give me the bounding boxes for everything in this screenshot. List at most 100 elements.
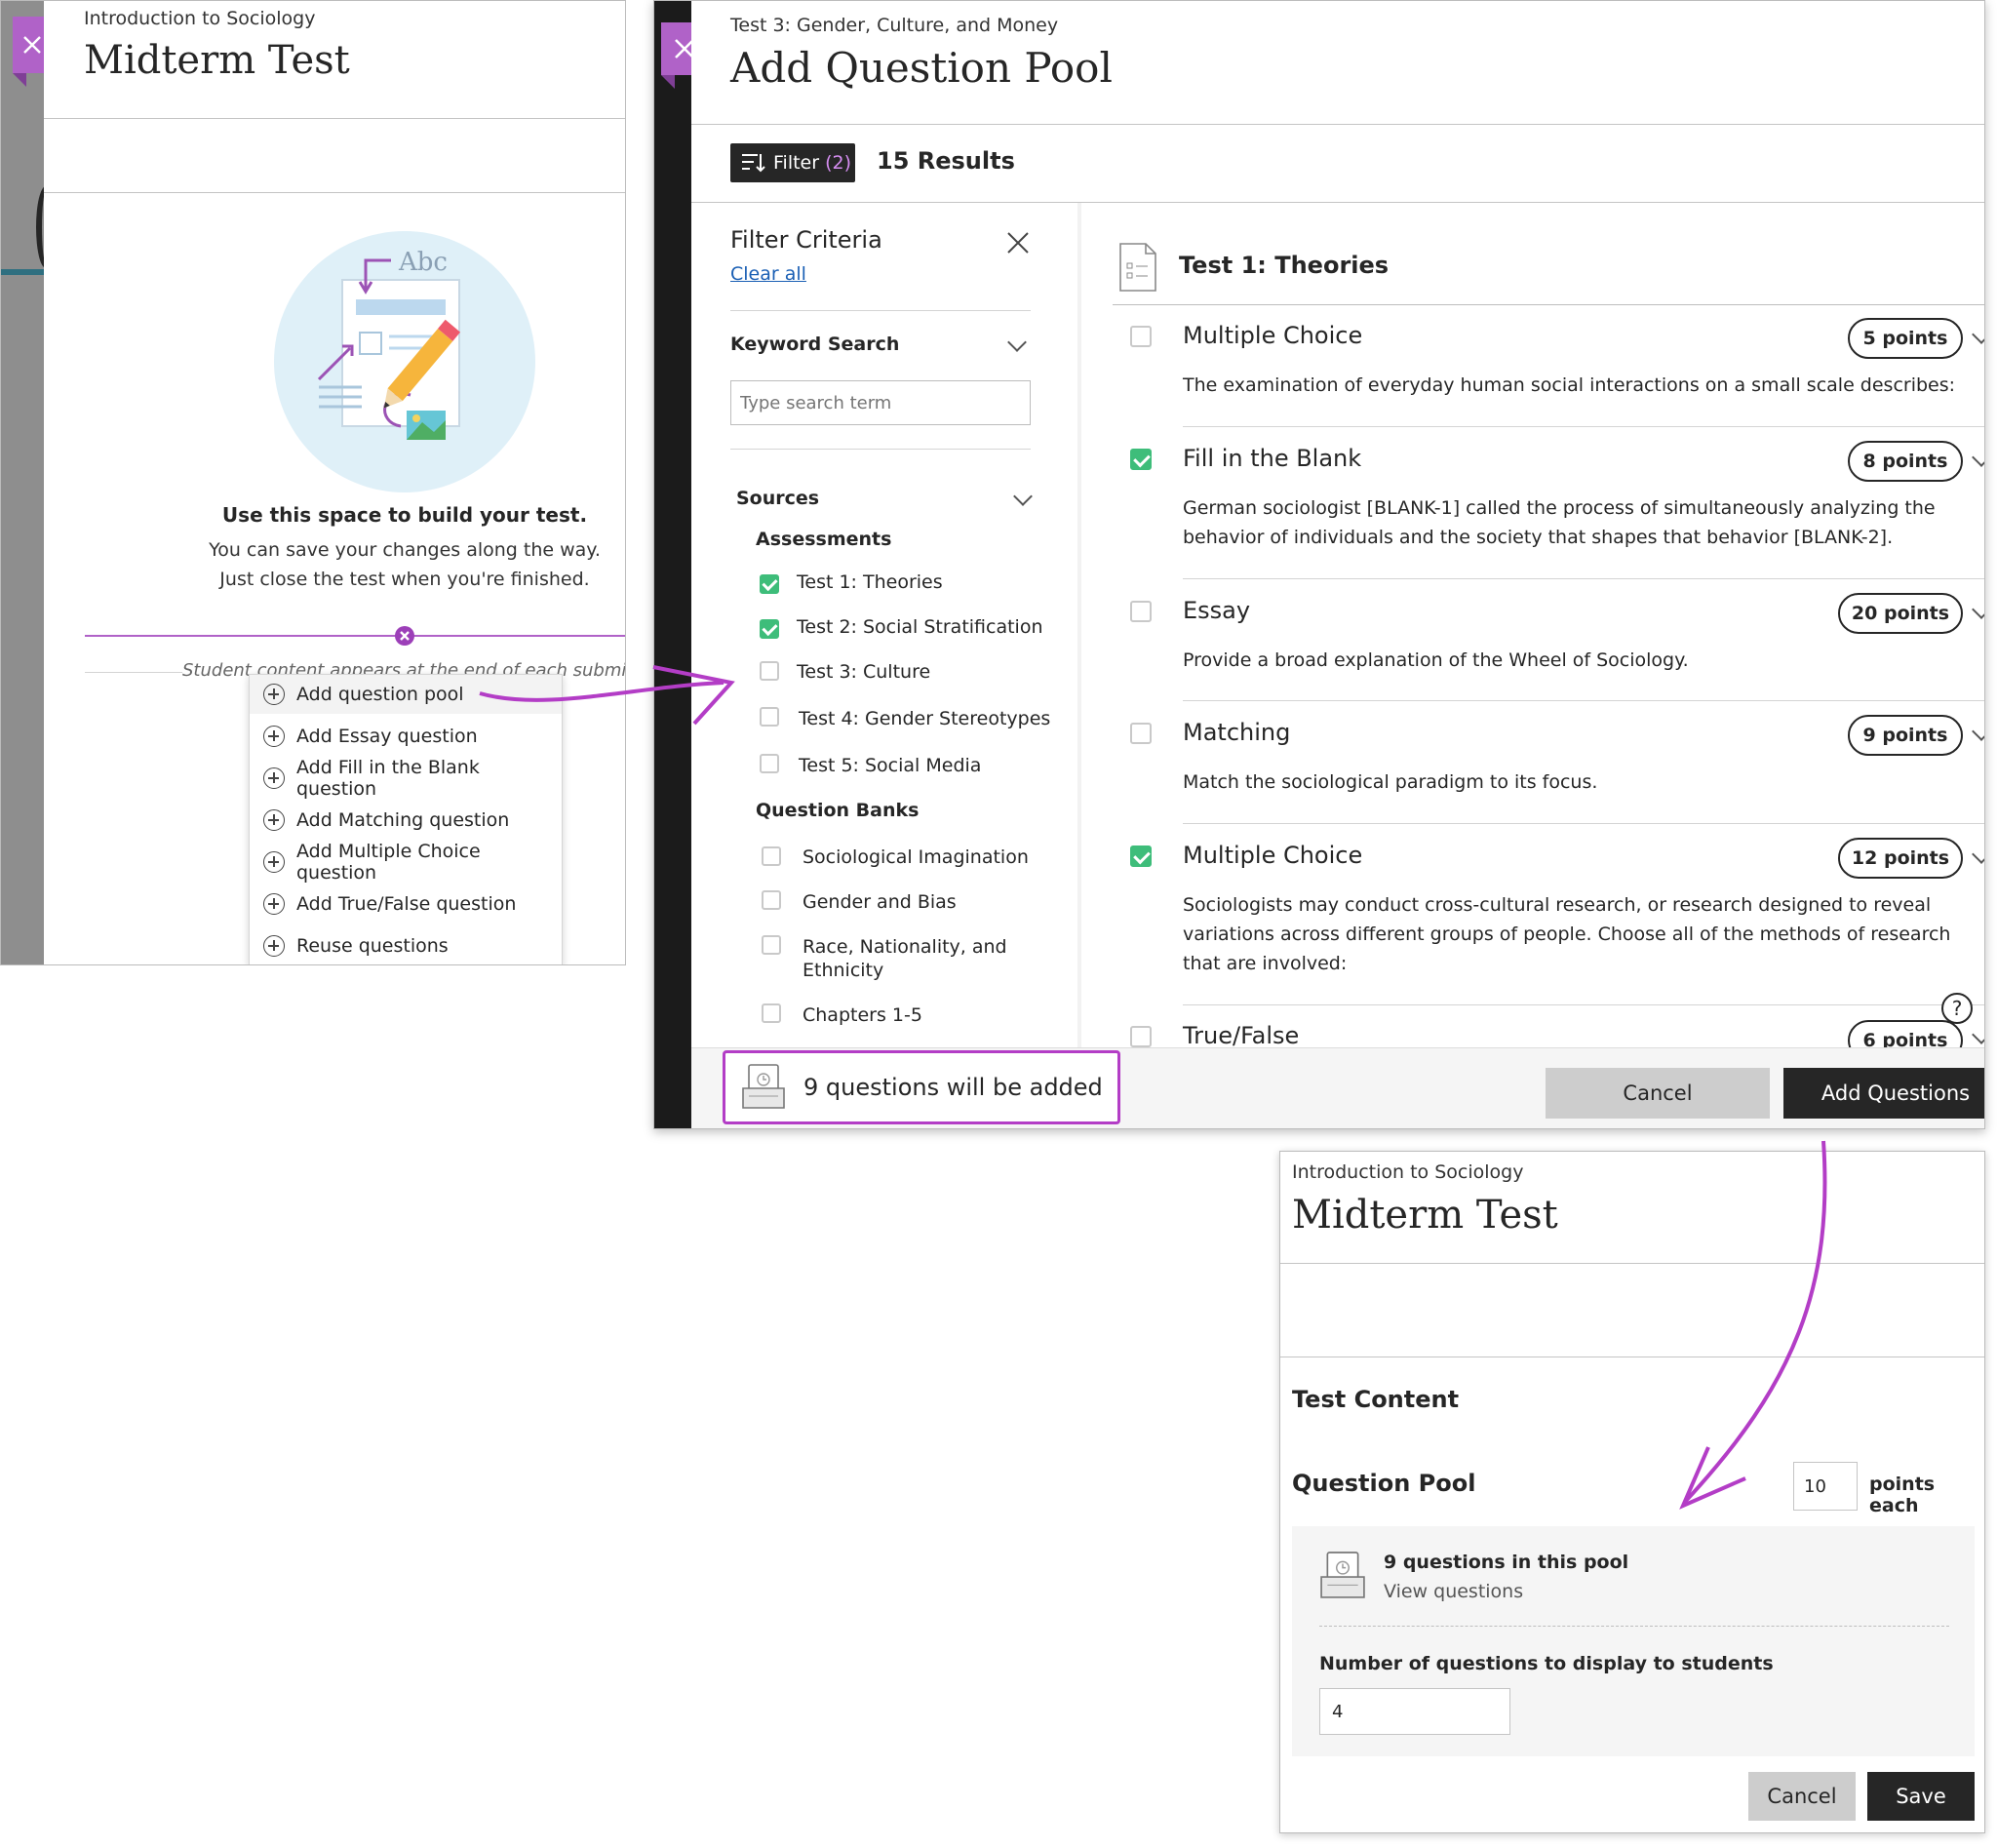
keyword-search-input[interactable] xyxy=(730,380,1031,425)
menu-item-label: Add question pool xyxy=(296,684,464,705)
chevron-down-icon[interactable] xyxy=(1972,448,1984,467)
question-text: that are involved: xyxy=(1183,953,1348,974)
source-label: Ethnicity xyxy=(803,960,884,981)
checkbox-gender-and-bias[interactable] xyxy=(762,890,781,910)
question-type: Fill in the Blank xyxy=(1183,445,1362,472)
divider xyxy=(1183,1004,1984,1005)
question-checkbox[interactable] xyxy=(1130,845,1152,867)
close-icon xyxy=(400,631,410,641)
question-pool-icon xyxy=(1320,1552,1365,1598)
menu-item-label: Add Multiple Choice question xyxy=(296,841,481,884)
menu-item-add-multiple-choice[interactable]: Add Multiple Choice question xyxy=(250,841,562,884)
chevron-down-icon[interactable] xyxy=(1013,487,1033,506)
midterm-test-result-panel: Introduction to Sociology Midterm Test T… xyxy=(1279,1151,1985,1833)
close-filter-button[interactable] xyxy=(1005,230,1031,256)
source-label: Test 1: Theories xyxy=(797,571,943,593)
view-questions-link[interactable]: View questions xyxy=(1384,1581,1523,1602)
plus-circle-icon xyxy=(263,726,285,747)
keyword-search-heading[interactable]: Keyword Search xyxy=(730,334,899,355)
source-label: Test 2: Social Stratification xyxy=(797,616,1043,638)
divider xyxy=(85,672,182,673)
pool-count: 9 questions in this pool xyxy=(1384,1552,1629,1573)
divider xyxy=(1113,304,1984,305)
filter-criteria-heading: Filter Criteria xyxy=(730,226,882,254)
question-checkbox[interactable] xyxy=(1130,449,1152,470)
divider xyxy=(730,310,1031,311)
plus-circle-icon xyxy=(263,935,285,957)
add-question-pool-panel: Test 3: Gender, Culture, and Money Add Q… xyxy=(653,0,1985,1129)
checkbox-chapters-1-5[interactable] xyxy=(762,1003,781,1023)
points-badge: 20 points xyxy=(1838,593,1963,634)
sources-heading[interactable]: Sources xyxy=(736,488,819,509)
help-button[interactable]: ? xyxy=(1941,993,1973,1024)
chevron-down-icon[interactable] xyxy=(1007,333,1027,352)
points-badge: 6 points xyxy=(1848,1020,1963,1047)
menu-item-reuse-questions[interactable]: Reuse questions xyxy=(250,926,562,964)
page-title: Add Question Pool xyxy=(730,44,1113,92)
question-type: Essay xyxy=(1183,597,1251,624)
question-checkbox[interactable] xyxy=(1130,1026,1152,1047)
results-count: 15 Results xyxy=(877,147,1015,175)
points-each-label: points each xyxy=(1869,1474,1936,1516)
question-text: The examination of everyday human social… xyxy=(1183,374,1956,396)
midterm-test-panel: Introduction to Sociology Midterm Test A… xyxy=(0,0,626,965)
question-text: German sociologist [BLANK-1] called the … xyxy=(1183,497,1936,519)
filter-button[interactable]: Filter (2) xyxy=(730,143,855,182)
insert-close-button[interactable] xyxy=(395,626,414,646)
menu-item-add-matching-question[interactable]: Add Matching question xyxy=(250,801,562,840)
question-pool-heading: Question Pool xyxy=(1292,1470,1476,1497)
chevron-down-icon[interactable] xyxy=(1972,325,1984,344)
divider xyxy=(691,124,1984,125)
source-label: Gender and Bias xyxy=(803,891,957,913)
add-questions-button[interactable]: Add Questions xyxy=(1783,1068,1984,1119)
question-text: behavior of individuals and the society … xyxy=(1183,527,1894,548)
divider xyxy=(1183,426,1984,427)
checkbox-race-nationality-ethnicity[interactable] xyxy=(762,935,781,955)
insert-line xyxy=(85,635,625,637)
save-button[interactable]: Save xyxy=(1867,1772,1975,1821)
menu-item-add-true-false[interactable]: Add True/False question xyxy=(250,885,562,924)
checkbox-test-1[interactable] xyxy=(760,574,779,594)
chevron-down-icon[interactable] xyxy=(1972,722,1984,741)
document-edit-icon: Abc xyxy=(317,248,461,440)
display-count-input[interactable] xyxy=(1319,1688,1510,1735)
divider xyxy=(1183,578,1984,579)
checkbox-test-5[interactable] xyxy=(760,754,779,773)
source-label: Test 3: Culture xyxy=(797,661,931,683)
chevron-down-icon[interactable] xyxy=(1972,600,1984,619)
background-app-strip xyxy=(1,1,44,964)
points-badge: 8 points xyxy=(1848,441,1963,482)
cancel-button[interactable]: Cancel xyxy=(1748,1772,1856,1821)
filter-sidebar: Filter Criteria Clear all Keyword Search… xyxy=(691,203,1081,1047)
empty-state-line-2: Just close the test when you're finished… xyxy=(219,569,590,590)
points-input[interactable] xyxy=(1793,1462,1858,1511)
plus-circle-icon xyxy=(263,809,285,831)
checkbox-sociological-imagination[interactable] xyxy=(762,846,781,866)
checkbox-test-3[interactable] xyxy=(760,661,779,681)
divider xyxy=(1183,700,1984,701)
chevron-down-icon[interactable] xyxy=(1972,1025,1984,1044)
question-checkbox[interactable] xyxy=(1130,723,1152,744)
checkbox-test-2[interactable] xyxy=(760,619,779,639)
menu-item-add-question-pool[interactable]: Add question pool xyxy=(250,675,562,714)
chevron-down-icon[interactable] xyxy=(1972,845,1984,864)
cancel-button[interactable]: Cancel xyxy=(1546,1068,1770,1119)
menu-item-add-fill-in-the-blank[interactable]: Add Fill in the Blank question xyxy=(250,757,562,800)
help-icon: ? xyxy=(1951,997,1963,1020)
plus-circle-icon xyxy=(263,684,285,705)
divider xyxy=(44,192,625,193)
close-icon xyxy=(23,36,41,54)
question-type: True/False xyxy=(1183,1022,1300,1047)
svg-text:Abc: Abc xyxy=(398,248,448,277)
empty-state-heading: Use this space to build your test. xyxy=(221,503,588,527)
question-text: Provide a broad explanation of the Wheel… xyxy=(1183,649,1689,671)
menu-item-add-essay-question[interactable]: Add Essay question xyxy=(250,717,562,756)
question-checkbox[interactable] xyxy=(1130,326,1152,347)
clear-all-link[interactable]: Clear all xyxy=(730,263,806,285)
divider xyxy=(1280,1263,1984,1264)
question-type: Multiple Choice xyxy=(1183,842,1363,869)
checkbox-test-4[interactable] xyxy=(760,707,779,727)
divider xyxy=(44,118,625,119)
question-checkbox[interactable] xyxy=(1130,601,1152,622)
divider xyxy=(1183,823,1984,824)
